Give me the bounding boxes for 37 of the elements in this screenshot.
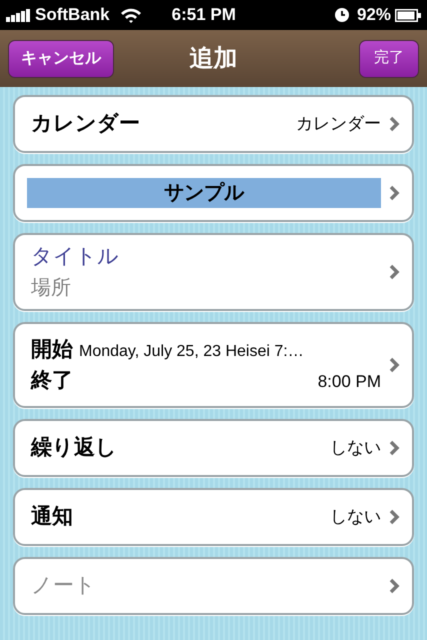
calendar-tag: サンプル: [27, 178, 381, 208]
list-row[interactable]: タイトル 場所: [13, 233, 414, 311]
chevron-icon: [389, 264, 400, 280]
row-value: しない: [330, 437, 381, 460]
location-field: 場所: [31, 272, 381, 303]
end-label: 終了: [31, 368, 73, 394]
signal-icon: [6, 8, 32, 22]
row-label: カレンダー: [31, 111, 140, 138]
chevron-icon: [389, 116, 400, 132]
chevron-icon: [389, 578, 400, 594]
title-field: タイトル: [31, 241, 381, 273]
clock-time: 6:51 PM: [172, 4, 236, 26]
row-value: しない: [330, 506, 381, 528]
list-row[interactable]: サンプル: [13, 164, 414, 222]
wifi-icon: [120, 7, 142, 23]
row-value: カレンダー: [296, 113, 381, 136]
chevron-icon: [389, 509, 400, 525]
list-row[interactable]: 繰り返し しない: [13, 419, 414, 477]
chevron-icon: [389, 185, 400, 201]
row-label: 繰り返し: [31, 435, 117, 462]
done-button[interactable]: 完了: [359, 40, 419, 78]
nav-title: 追加: [190, 44, 238, 74]
row-label: 通知: [31, 504, 73, 530]
battery-percent: 92%: [356, 4, 391, 26]
list-row[interactable]: 開始 Monday, July 25, 23 Heisei 7:… 終了 8:00 PM: [13, 322, 414, 408]
clock-icon: [334, 8, 349, 22]
list-row[interactable]: 通知 しない: [13, 488, 414, 546]
chevron-icon: [389, 357, 400, 373]
start-date: Monday, July 25, 23 Heisei 7:…: [79, 342, 304, 362]
note-field: ノート: [31, 570, 381, 602]
end-time: 8:00 PM: [318, 371, 381, 393]
start-label: 開始: [31, 336, 73, 362]
carrier-name: SoftBank: [35, 4, 110, 26]
battery-icon: [395, 8, 421, 22]
chevron-icon: [389, 440, 400, 456]
list-row[interactable]: カレンダー カレンダー: [13, 95, 414, 153]
cancel-button[interactable]: キャンセル: [8, 40, 114, 78]
